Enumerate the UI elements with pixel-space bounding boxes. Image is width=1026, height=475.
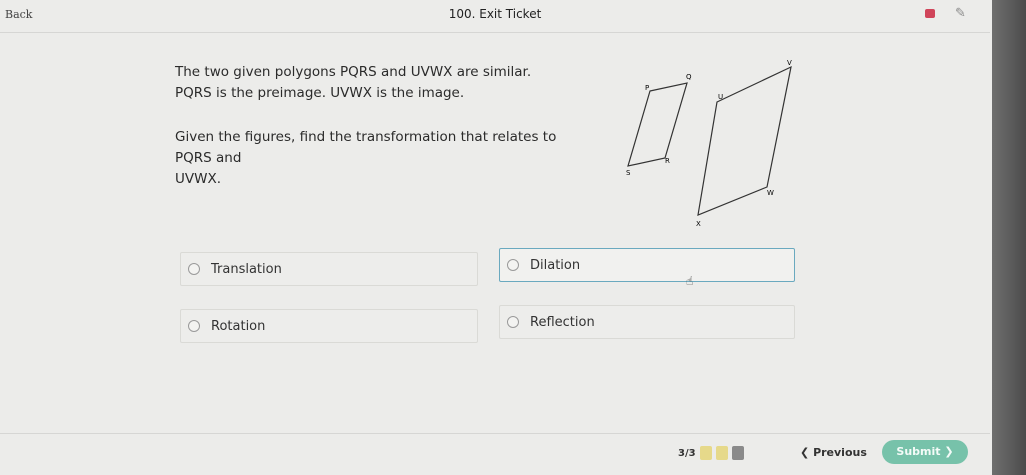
choice-label: Dilation [530, 258, 581, 273]
radio-circle-icon[interactable] [507, 259, 519, 271]
polygon-pqrs [627, 82, 688, 167]
radio-circle-icon[interactable] [188, 320, 200, 332]
chevron-right-icon: ❯ [944, 445, 954, 458]
choice-label: Rotation [211, 319, 266, 334]
hand-cursor-icon: ☝ [686, 274, 694, 288]
choice-reflection[interactable]: Reflection [499, 305, 795, 339]
page-title: 100. Exit Ticket [448, 7, 542, 21]
flag-icon[interactable] [925, 9, 935, 18]
divider [0, 32, 990, 33]
choice-label: Translation [211, 262, 282, 277]
label-x: X [696, 220, 701, 228]
radio-circle-icon[interactable] [507, 316, 519, 328]
chevron-left-icon: ❮ [800, 446, 810, 459]
progress-count: 3/3 [678, 448, 696, 459]
choice-dilation[interactable]: Dilation [499, 248, 795, 282]
question-line-3: Given the figures, find the transformati… [175, 129, 557, 166]
polygon-uvwx [697, 65, 792, 216]
choice-rotation[interactable]: Rotation [180, 309, 478, 343]
progress-box-3[interactable] [732, 446, 744, 460]
radio-circle-icon[interactable] [188, 263, 200, 275]
top-bar: Back 100. Exit Ticket ✎ [0, 0, 990, 30]
previous-button[interactable]: ❮ Previous [800, 446, 867, 459]
pencil-icon[interactable]: ✎ [955, 6, 966, 21]
previous-label: Previous [813, 446, 867, 459]
label-u: U [718, 93, 723, 101]
question-line-1: The two given polygons PQRS and UVWX are… [175, 64, 532, 80]
question-line-4: UVWX. [175, 171, 222, 187]
label-r: R [665, 157, 670, 165]
label-s: S [626, 169, 631, 177]
question-text: The two given polygons PQRS and UVWX are… [175, 62, 595, 190]
label-p: P [645, 84, 649, 92]
submit-label: Submit [896, 445, 941, 458]
choice-label: Reflection [530, 315, 595, 330]
choice-translation[interactable]: Translation [180, 252, 478, 286]
label-w: W [767, 189, 774, 197]
progress-box-1[interactable] [700, 446, 712, 460]
right-edge-strip [992, 0, 1026, 475]
label-v: V [787, 59, 792, 67]
question-line-2: PQRS is the preimage. UVWX is the image. [175, 85, 465, 101]
label-q: Q [686, 73, 692, 81]
polygons-figure: P Q R S U V W X [626, 59, 792, 228]
divider [0, 433, 990, 434]
progress-box-2[interactable] [716, 446, 728, 460]
submit-button[interactable]: Submit ❯ [882, 440, 968, 464]
